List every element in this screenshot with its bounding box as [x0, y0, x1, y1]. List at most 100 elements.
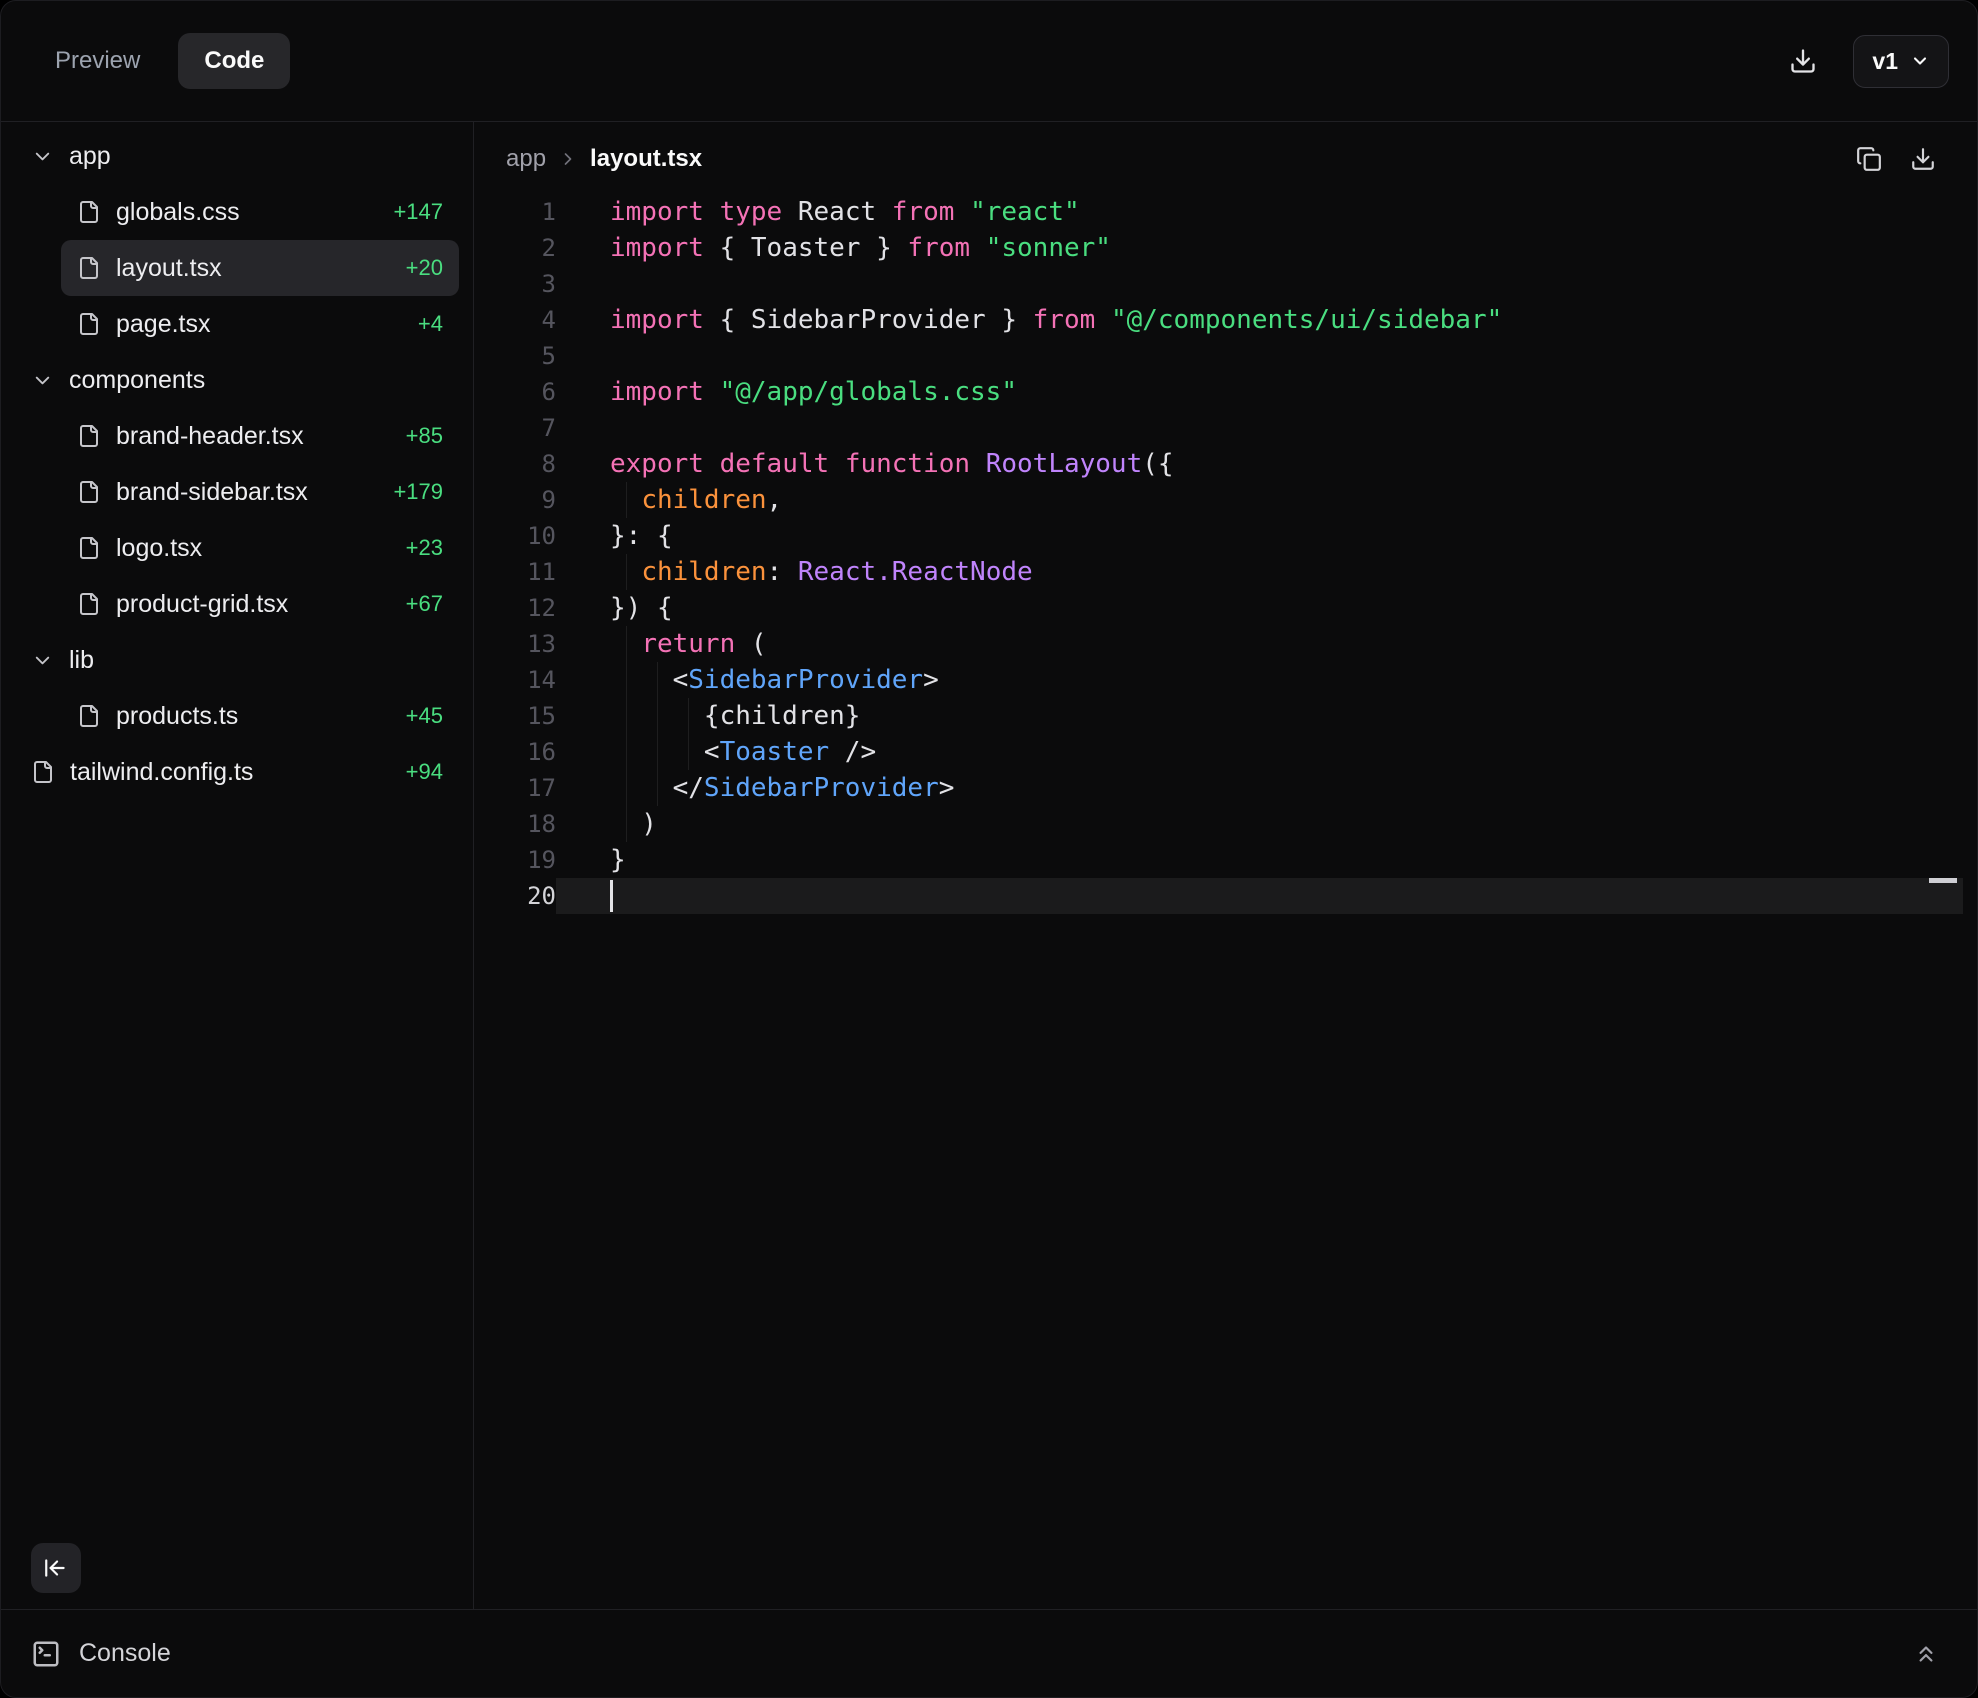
code-token: import: [610, 233, 704, 263]
code-line-content: }) {: [556, 590, 1963, 626]
sidebar-item-layout-tsx[interactable]: layout.tsx+20: [61, 240, 459, 296]
file-name: products.ts: [116, 702, 391, 731]
line-number: 14: [474, 662, 556, 698]
code-token: {children}: [610, 701, 860, 731]
code-token: React.ReactNode: [798, 557, 1033, 587]
sidebar-item-globals-css[interactable]: globals.css+147: [61, 184, 459, 240]
topbar: Preview Code v1: [1, 1, 1977, 122]
code-line-content: return (: [556, 626, 1963, 662]
code-line-13[interactable]: 13 return (: [474, 626, 1977, 662]
code-line-19[interactable]: 19}: [474, 842, 1977, 878]
code-line-16[interactable]: 16 <Toaster />: [474, 734, 1977, 770]
sidebar-item-brand-sidebar-tsx[interactable]: brand-sidebar.tsx+179: [61, 464, 459, 520]
code-token: from: [907, 233, 970, 263]
code-line-content: children,: [556, 482, 1963, 518]
line-number: 2: [474, 230, 556, 266]
console-header[interactable]: Console: [31, 1639, 171, 1669]
diff-added-count: +4: [418, 311, 443, 337]
sidebar-item-brand-header-tsx[interactable]: brand-header.tsx+85: [61, 408, 459, 464]
folder-name: components: [69, 366, 443, 395]
code-line-17[interactable]: 17 </SidebarProvider>: [474, 770, 1977, 806]
collapse-sidebar-button[interactable]: [31, 1543, 81, 1593]
indent-guide: [626, 698, 627, 734]
code-line-15[interactable]: 15 {children}: [474, 698, 1977, 734]
code-line-content: </SidebarProvider>: [556, 770, 1963, 806]
code-line-2[interactable]: 2import { Toaster } from "sonner": [474, 230, 1977, 266]
main-area: appglobals.css+147layout.tsx+20page.tsx+…: [1, 122, 1977, 1609]
code-token: from: [892, 197, 955, 227]
app-window: Preview Code v1 appglobals.css+147layout…: [0, 0, 1978, 1698]
sidebar-item-lib[interactable]: lib: [15, 632, 459, 688]
code-line-10[interactable]: 10}: {: [474, 518, 1977, 554]
tab-preview[interactable]: Preview: [29, 33, 166, 89]
code-line-14[interactable]: 14 <SidebarProvider>: [474, 662, 1977, 698]
sidebar-item-products-ts[interactable]: products.ts+45: [61, 688, 459, 744]
tab-code[interactable]: Code: [178, 33, 290, 89]
view-tabs: Preview Code: [29, 33, 290, 89]
code-line-20[interactable]: 20: [474, 878, 1977, 914]
code-line-5[interactable]: 5: [474, 338, 1977, 374]
code-token: import: [610, 305, 704, 335]
sidebar-item-app[interactable]: app: [15, 128, 459, 184]
download-file-button[interactable]: [1901, 137, 1945, 181]
sidebar-item-product-grid-tsx[interactable]: product-grid.tsx+67: [61, 576, 459, 632]
topbar-actions: v1: [1779, 35, 1949, 88]
diff-added-count: +85: [406, 423, 443, 449]
file-tree-sidebar: appglobals.css+147layout.tsx+20page.tsx+…: [1, 122, 474, 1609]
code-line-12[interactable]: 12}) {: [474, 590, 1977, 626]
breadcrumb: app layout.tsx: [506, 145, 702, 173]
download-button[interactable]: [1779, 37, 1827, 85]
line-number: 8: [474, 446, 556, 482]
code-line-content: ): [556, 806, 1963, 842]
file-name: logo.tsx: [116, 534, 391, 563]
code-token: :: [767, 557, 798, 587]
diff-added-count: +147: [393, 199, 443, 225]
line-number: 7: [474, 410, 556, 446]
copy-code-button[interactable]: [1847, 137, 1891, 181]
expand-console-button[interactable]: [1905, 1633, 1947, 1675]
version-label: v1: [1872, 48, 1898, 75]
code-token: [954, 197, 970, 227]
sidebar-item-tailwind-config-ts[interactable]: tailwind.config.ts+94: [15, 744, 459, 800]
code-editor[interactable]: 1import type React from "react"2import {…: [474, 186, 1977, 1609]
code-line-1[interactable]: 1import type React from "react": [474, 194, 1977, 230]
code-line-9[interactable]: 9 children,: [474, 482, 1977, 518]
code-line-content: import { SidebarProvider } from "@/compo…: [556, 302, 1963, 338]
sidebar-item-components[interactable]: components: [15, 352, 459, 408]
indent-guide: [626, 770, 627, 806]
code-line-content: {children}: [556, 698, 1963, 734]
indent-guide: [657, 734, 658, 770]
sidebar-item-logo-tsx[interactable]: logo.tsx+23: [61, 520, 459, 576]
code-line-18[interactable]: 18 ): [474, 806, 1977, 842]
diff-added-count: +94: [406, 759, 443, 785]
line-number: 20: [474, 878, 556, 914]
file-icon: [77, 200, 101, 224]
console-label: Console: [79, 1639, 171, 1668]
editor-header: app layout.tsx: [474, 122, 1977, 186]
version-dropdown[interactable]: v1: [1853, 35, 1949, 88]
indent-guide: [657, 662, 658, 698]
code-line-content: import type React from "react": [556, 194, 1963, 230]
folder-name: lib: [69, 646, 443, 675]
code-line-3[interactable]: 3: [474, 266, 1977, 302]
code-token: }: {: [610, 521, 673, 551]
indent-guide: [657, 770, 658, 806]
code-panel: app layout.tsx: [474, 122, 1977, 1609]
code-token: }) {: [610, 593, 673, 623]
code-token: [829, 449, 845, 479]
line-number: 16: [474, 734, 556, 770]
code-line-11[interactable]: 11 children: React.ReactNode: [474, 554, 1977, 590]
code-line-8[interactable]: 8export default function RootLayout({: [474, 446, 1977, 482]
code-token: ({: [1142, 449, 1173, 479]
breadcrumb-item-app: app: [506, 145, 546, 173]
sidebar-item-page-tsx[interactable]: page.tsx+4: [61, 296, 459, 352]
code-line-6[interactable]: 6import "@/app/globals.css": [474, 374, 1977, 410]
code-token: [970, 449, 986, 479]
line-number: 11: [474, 554, 556, 590]
code-token: [970, 233, 986, 263]
line-number: 5: [474, 338, 556, 374]
code-line-7[interactable]: 7: [474, 410, 1977, 446]
breadcrumb-item-current-file: layout.tsx: [590, 145, 702, 173]
code-token: >: [939, 773, 955, 803]
code-line-4[interactable]: 4import { SidebarProvider } from "@/comp…: [474, 302, 1977, 338]
